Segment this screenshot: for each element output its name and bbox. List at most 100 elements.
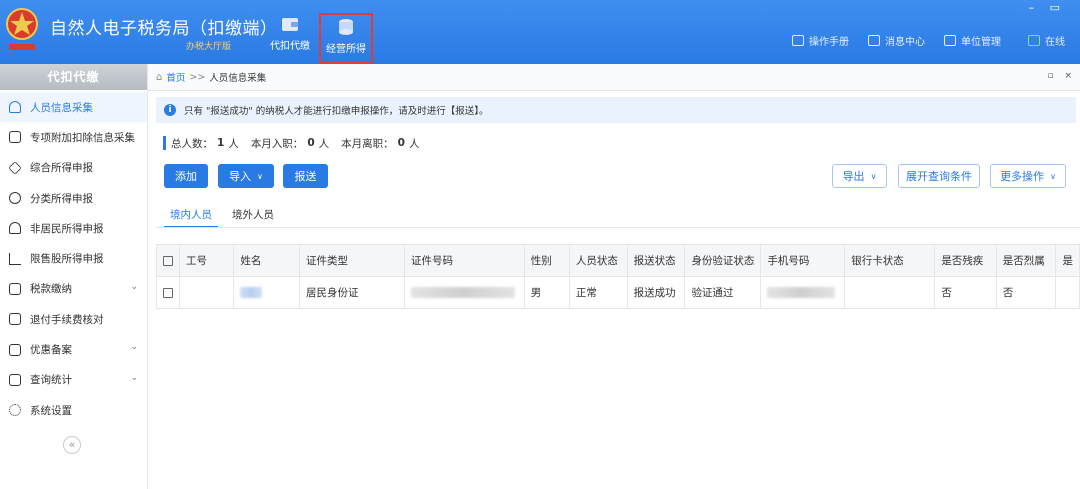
hired-label: 本月入职： — [250, 137, 304, 150]
breadcrumb-separator: >> — [189, 71, 206, 83]
unit-management-link[interactable]: 单位管理 — [944, 32, 1001, 48]
col-header[interactable]: 证件号码 — [403, 244, 525, 277]
notice-text: 只有 "报送成功" 的纳税人才能进行扣缴申报操作，请及时进行【报送】。 — [184, 106, 489, 117]
app-header: 自然人电子税务局（扣缴端） 办税大厅版 代扣代缴 经营所得 操作手册 消息中心 … — [0, 0, 1080, 64]
sidebar-item-person-info[interactable]: 人员信息采集 — [0, 92, 147, 123]
mail-icon — [868, 34, 880, 46]
window-controls[interactable]: – ▭ — [1029, 1, 1066, 14]
folder-icon — [9, 282, 21, 295]
tab-domestic[interactable]: 境内人员 — [164, 206, 218, 228]
sidebar-item-label: 税款缴纳 — [30, 283, 72, 296]
sidebar-item-refund-fee[interactable]: 退付手续费核对 — [0, 304, 147, 334]
sidebar-item-special-deduction[interactable]: 专项附加扣除信息采集 — [0, 122, 147, 152]
pie-icon — [9, 192, 21, 205]
tab-foreign[interactable]: 境外人员 — [226, 206, 280, 228]
chevron-down-icon: ⌄ — [130, 342, 138, 353]
unit-label: 人 — [408, 137, 420, 150]
col-header[interactable]: 是否残疾 — [934, 244, 997, 277]
unit-label: 人 — [228, 137, 239, 150]
online-status[interactable]: 在线 — [1028, 32, 1065, 48]
cell-overflow — [1055, 276, 1080, 309]
nav-business-income-label: 经营所得 — [326, 44, 366, 55]
col-header[interactable]: 证件类型 — [299, 244, 405, 277]
cell-disabled: 否 — [934, 276, 997, 309]
chevron-down-icon: ∨ — [870, 171, 877, 181]
coins-icon — [339, 19, 353, 35]
sidebar-item-preferential-filing[interactable]: 优惠备案 ⌄ — [0, 334, 147, 364]
cell-employee-id — [178, 276, 235, 309]
sidebar-item-label: 限售股所得申报 — [30, 253, 104, 266]
chevron-down-icon: ∨ — [1050, 171, 1056, 181]
import-button[interactable]: 导入 ∨ — [218, 164, 274, 188]
redacted-name — [240, 287, 263, 298]
cell-id-type: 居民身份证 — [299, 276, 405, 309]
import-label: 导入 — [229, 170, 252, 183]
person-table: 工号 姓名 证件类型 证件号码 性别 人员状态 报送状态 身份验证状态 手机号码… — [156, 244, 1080, 309]
redacted-phone — [767, 287, 836, 298]
add-button[interactable]: 添加 — [164, 164, 208, 188]
sidebar-item-label: 人员信息采集 — [30, 101, 93, 114]
chevron-down-icon: ⌄ — [130, 281, 138, 292]
col-header[interactable]: 工号 — [178, 244, 235, 277]
sidebar-item-restricted-shares[interactable]: 限售股所得申报 — [0, 243, 147, 273]
document-icon — [9, 343, 21, 356]
sidebar-item-label: 系统设置 — [30, 404, 72, 417]
col-header[interactable]: 手机号码 — [760, 244, 846, 277]
submit-button[interactable]: 报送 — [283, 164, 328, 188]
sidebar-item-tax-payment[interactable]: 税款缴纳 ⌄ — [0, 274, 147, 304]
building-icon — [944, 34, 956, 46]
total-count: 1 — [217, 137, 225, 149]
nav-withholding-button[interactable]: 代扣代缴 — [262, 14, 318, 58]
unit-label: 人 — [318, 137, 330, 150]
person-outline-icon — [9, 222, 21, 235]
col-header[interactable]: 身份验证状态 — [684, 244, 762, 277]
sidebar-heading: 代扣代缴 — [0, 64, 147, 90]
breadcrumb-current: 人员信息采集 — [209, 73, 267, 84]
message-center-label: 消息中心 — [885, 36, 925, 48]
expand-query-button[interactable]: 展开查询条件 — [898, 164, 980, 188]
sidebar-collapse-button[interactable]: « — [63, 436, 81, 454]
manual-label: 操作手册 — [809, 36, 849, 48]
nav-withholding-label: 代扣代缴 — [270, 41, 310, 52]
row-checkbox[interactable] — [156, 276, 180, 309]
more-actions-button[interactable]: 更多操作 ∨ — [990, 164, 1066, 188]
sidebar-item-label: 分类所得申报 — [30, 192, 93, 205]
sidebar-item-system-settings[interactable]: 系统设置 — [0, 395, 147, 425]
main-content: ⌂ 首页 >> 人员信息采集 ▫ × i 只有 "报送成功" 的纳税人才能进行扣… — [148, 64, 1080, 489]
list-icon — [9, 131, 21, 144]
more-actions-label: 更多操作 — [1000, 170, 1045, 183]
col-header[interactable]: 性别 — [523, 244, 570, 277]
sidebar-item-comprehensive-income[interactable]: 综合所得申报 — [0, 153, 147, 183]
col-header[interactable]: 姓名 — [233, 244, 301, 277]
online-status-label: 在线 — [1045, 36, 1065, 48]
table-row[interactable]: 居民身份证 男 正常 报送成功 验证通过 否 否 — [156, 276, 1080, 309]
message-center-link[interactable]: 消息中心 — [868, 32, 925, 48]
breadcrumb-home[interactable]: 首页 — [166, 70, 185, 84]
manual-link[interactable]: 操作手册 — [792, 32, 849, 48]
export-label: 导出 — [842, 170, 865, 183]
col-header[interactable]: 人员状态 — [568, 244, 628, 277]
col-header[interactable]: 是 — [1055, 244, 1080, 277]
export-button[interactable]: 导出 ∨ — [832, 164, 887, 188]
breadcrumb: ⌂ 首页 >> 人员信息采集 ▫ × — [148, 64, 1080, 91]
col-header[interactable]: 银行卡状态 — [844, 244, 936, 277]
sidebar-item-query-stats[interactable]: 查询统计 ⌄ — [0, 365, 147, 395]
cell-submit-status: 报送成功 — [626, 276, 686, 309]
sidebar-item-classified-income[interactable]: 分类所得申报 — [0, 183, 147, 213]
cell-person-status: 正常 — [568, 276, 628, 309]
select-all-checkbox[interactable] — [156, 244, 180, 277]
sidebar-item-label: 查询统计 — [30, 374, 72, 387]
cell-gender: 男 — [523, 276, 570, 309]
sidebar-item-label: 非居民所得申报 — [30, 222, 104, 235]
notice-bar: i 只有 "报送成功" 的纳税人才能进行扣缴申报操作，请及时进行【报送】。 — [156, 97, 1076, 123]
nav-business-income-button[interactable]: 经营所得 — [319, 13, 373, 64]
wallet-icon — [282, 18, 298, 31]
stats-summary: 总人数： 1 人 本月入职： 0 人 本月离职： 0 人 — [163, 136, 419, 150]
col-header[interactable]: 是否烈属 — [995, 244, 1057, 277]
tab-controls[interactable]: ▫ × — [1047, 71, 1076, 81]
cell-name — [233, 276, 301, 309]
cell-phone — [760, 276, 846, 309]
sidebar-item-label: 专项附加扣除信息采集 — [30, 131, 135, 144]
sidebar-item-nonresident-income[interactable]: 非居民所得申报 — [0, 213, 147, 243]
col-header[interactable]: 报送状态 — [626, 244, 686, 277]
